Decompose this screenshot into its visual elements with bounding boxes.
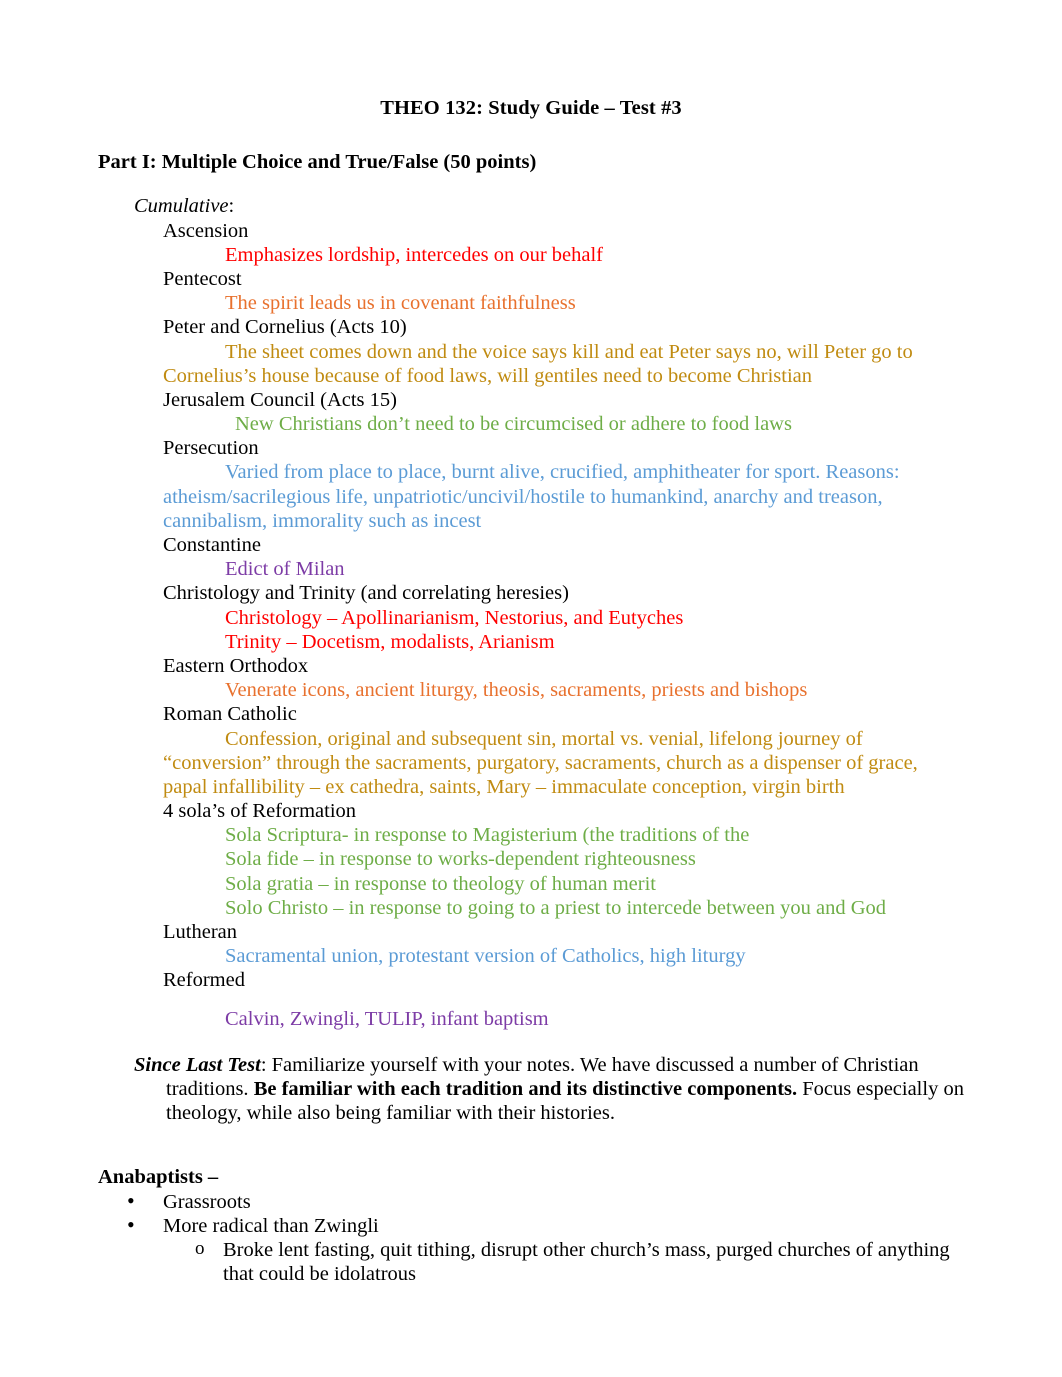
anabaptists-heading: Anabaptists – <box>98 1166 219 1189</box>
bullet-icon: • <box>127 1211 135 1237</box>
since-last-test-paragraph: Since Last Test: Familiarize yourself wi… <box>134 1053 964 1126</box>
list-item: o Broke lent fasting, quit tithing, disr… <box>195 1238 964 1286</box>
note-reformed: Calvin, Zwingli, TULIP, infant baptism <box>225 1007 549 1030</box>
note-lutheran: Sacramental union, protestant version of… <box>225 945 746 968</box>
list-item-label: Broke lent fasting, quit tithing, disrup… <box>223 1238 950 1286</box>
list-item: • Grassroots <box>127 1188 964 1214</box>
topic-lutheran: Lutheran <box>163 921 237 943</box>
note-solo-christo: Solo Christo – in response to going to a… <box>225 896 887 919</box>
topic-four-solas: 4 sola’s of Reformation <box>163 800 357 823</box>
topic-peter-and-cornelius: Peter and Cornelius (Acts 10) <box>163 316 407 339</box>
note-roman-catholic: Confession, original and subsequent sin,… <box>163 727 918 798</box>
since-last-test-colon: : <box>260 1053 272 1076</box>
cumulative-label-colon: : <box>228 195 235 218</box>
since-last-test-body: Since Last Test: Familiarize yourself wi… <box>134 1053 964 1126</box>
note-persecution: Varied from place to place, burnt alive,… <box>163 461 900 532</box>
part-one-heading: Part I: Multiple Choice and True/False (… <box>98 151 537 174</box>
note-constantine: Edict of Milan <box>225 558 345 581</box>
document-body: THEO 132: Study Guide – Test #3 Part I: … <box>98 96 964 1286</box>
note-sola-gratia: Sola gratia – in response to theology of… <box>225 872 656 895</box>
cumulative-label-text: Cumulative <box>134 195 229 218</box>
since-last-test-label: Since Last Test <box>134 1053 261 1076</box>
since-last-test-bold-phrase: Be familiar with each tradition and its … <box>253 1077 798 1100</box>
list-item-label: More radical than Zwingli <box>163 1214 379 1237</box>
topic-roman-catholic: Roman Catholic <box>163 703 297 726</box>
topic-pentecost: Pentecost <box>163 267 242 290</box>
topic-eastern-orthodox: Eastern Orthodox <box>163 654 309 677</box>
document-page: THEO 132: Study Guide – Test #3 Part I: … <box>0 0 1062 1377</box>
topic-jerusalem-council: Jerusalem Council (Acts 15) <box>163 388 397 411</box>
list-item: • More radical than Zwingli o Broke lent… <box>127 1212 964 1287</box>
cumulative-items: Ascension Emphasizes lordship, intercede… <box>163 219 964 1031</box>
circle-bullet-icon: o <box>195 1237 205 1259</box>
topic-persecution: Persecution <box>163 437 259 460</box>
note-jerusalem-council: New Christians don’t need to be circumci… <box>235 413 792 436</box>
topic-christology-and-trinity: Christology and Trinity (and correlating… <box>163 582 569 605</box>
note-eastern-orthodox: Venerate icons, ancient liturgy, theosis… <box>225 679 808 702</box>
bullet-icon: • <box>127 1187 135 1213</box>
note-peter-and-cornelius: The sheet comes down and the voice says … <box>163 340 913 387</box>
anabaptists-sublist: o Broke lent fasting, quit tithing, disr… <box>163 1238 964 1286</box>
note-trinity: Trinity – Docetism, modalists, Arianism <box>225 630 555 653</box>
topic-reformed: Reformed <box>163 969 245 992</box>
note-christology: Christology – Apollinarianism, Nestorius… <box>225 606 684 629</box>
note-pentecost: The spirit leads us in covenant faithful… <box>225 292 576 315</box>
cumulative-outline: Cumulative: Ascension Emphasizes lordshi… <box>98 194 964 1030</box>
topic-ascension: Ascension <box>163 219 249 242</box>
note-sola-fide: Sola fide – in response to works-depende… <box>225 848 696 871</box>
page-title: THEO 132: Study Guide – Test #3 <box>380 97 682 119</box>
topic-constantine: Constantine <box>163 534 261 556</box>
note-sola-scriptura: Sola Scriptura- in response to Magisteri… <box>225 824 750 847</box>
cumulative-label: Cumulative: <box>134 194 964 218</box>
note-ascension: Emphasizes lordship, intercedes on our b… <box>225 243 603 266</box>
list-item-label: Grassroots <box>163 1190 251 1213</box>
anabaptists-list: • Grassroots • More radical than Zwingli… <box>98 1188 964 1287</box>
